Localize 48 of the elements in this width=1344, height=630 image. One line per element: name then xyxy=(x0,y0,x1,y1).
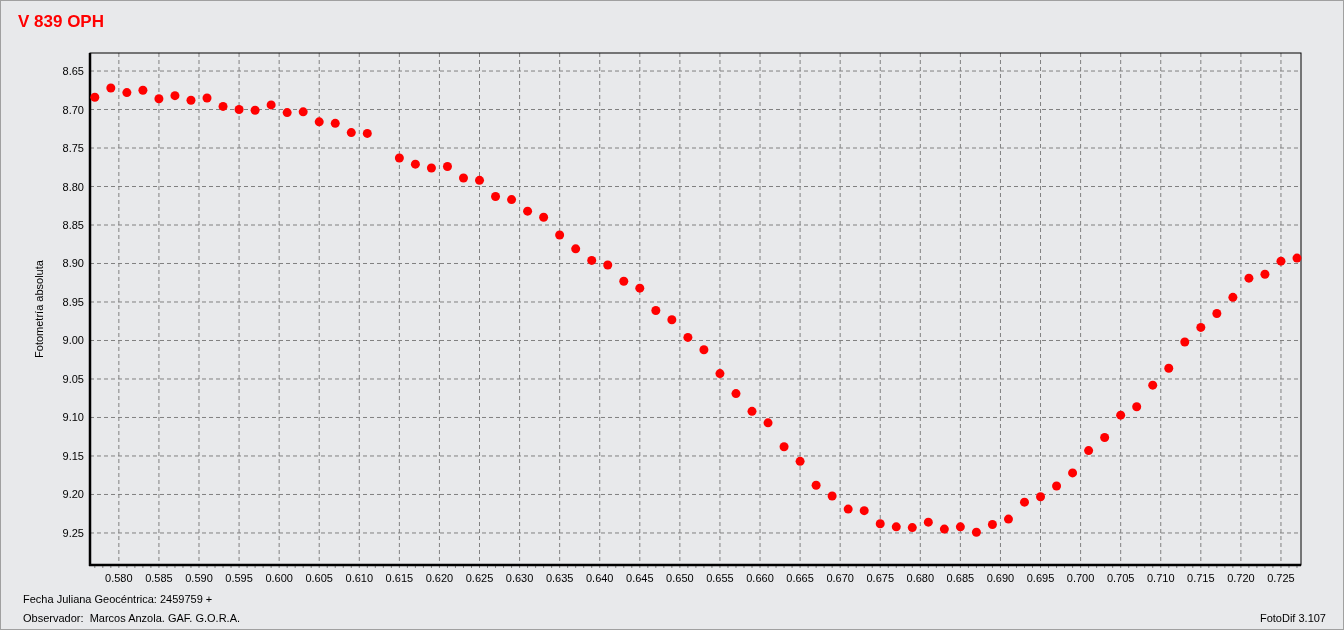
axis-tick-label: 0.675 xyxy=(866,572,894,584)
axis-tick-label: 0.705 xyxy=(1106,572,1135,584)
axis-tick-label: 0.665 xyxy=(786,572,814,584)
software-version: FotoDif 3.107 xyxy=(1259,610,1326,626)
axis-tick-label: 0.615 xyxy=(385,572,414,584)
axis-tick-label: 0.725 xyxy=(1267,572,1295,584)
chart-title: V 839 OPH xyxy=(18,12,104,31)
axis-tick-label: 8.75 xyxy=(62,142,84,154)
axis-tick-label: 8.70 xyxy=(62,103,84,116)
axis-tick-label: 0.670 xyxy=(826,572,854,584)
axis-tick-label: 0.595 xyxy=(225,572,253,584)
axis-tick-label: 0.680 xyxy=(906,572,935,584)
axis-tick-label: 0.600 xyxy=(265,572,293,584)
axis-tick-label: 0.700 xyxy=(1066,572,1095,584)
axis-tick-label: 0.635 xyxy=(545,572,574,584)
axis-tick-label: 0.695 xyxy=(1026,572,1055,584)
axis-tick-label: 0.650 xyxy=(666,572,694,584)
axis-tick-label: 0.640 xyxy=(585,572,614,584)
axis-tick-label: 9.20 xyxy=(62,488,84,501)
observer-text: Observador: Marcos Anzola. GAF. G.O.R.A. xyxy=(23,610,241,626)
axis-tick-label: 0.715 xyxy=(1187,572,1215,584)
axis-tick-label: 8.80 xyxy=(62,180,84,193)
axis-title: Fecha Juliana Geocéntrica: 2459759 + xyxy=(23,592,214,607)
axis-tick-label: 9.00 xyxy=(62,334,84,347)
axis-tick-label: 0.630 xyxy=(505,572,534,584)
axis-tick-label: 8.95 xyxy=(62,296,84,308)
axis-tick-label: 0.710 xyxy=(1147,572,1175,584)
axis-tick-label: 0.610 xyxy=(345,572,374,584)
axis-tick-label: 0.625 xyxy=(465,572,494,584)
axis-tick-label: 8.65 xyxy=(62,65,84,77)
axis-tick-label: 0.620 xyxy=(425,572,454,584)
axis-tick-label: 0.590 xyxy=(185,572,213,584)
axis-tick-label: 8.90 xyxy=(62,257,84,270)
axis-tick-label: 9.10 xyxy=(62,411,84,424)
axis-tick-label: 9.15 xyxy=(62,450,84,462)
axis-tick-label: 0.585 xyxy=(145,572,173,584)
axis-tick-label: 0.685 xyxy=(946,572,975,584)
axis-tick-label: 0.580 xyxy=(105,572,133,584)
axis-tick-label: 0.605 xyxy=(305,572,333,584)
axis-tick-label: 8.85 xyxy=(62,219,84,231)
axis-tick-label: 0.720 xyxy=(1227,572,1255,584)
axis-tick-label: 9.25 xyxy=(62,526,84,539)
axis-tick-label: 0.645 xyxy=(626,572,654,584)
axis-tick-label: 0.660 xyxy=(746,572,774,584)
axis-tick-label: 0.690 xyxy=(986,572,1015,584)
axis-tick-label: 0.655 xyxy=(706,572,734,584)
axis-tick-label: 9.05 xyxy=(62,373,84,385)
axis-title: Fotometría absoluta xyxy=(33,260,45,358)
